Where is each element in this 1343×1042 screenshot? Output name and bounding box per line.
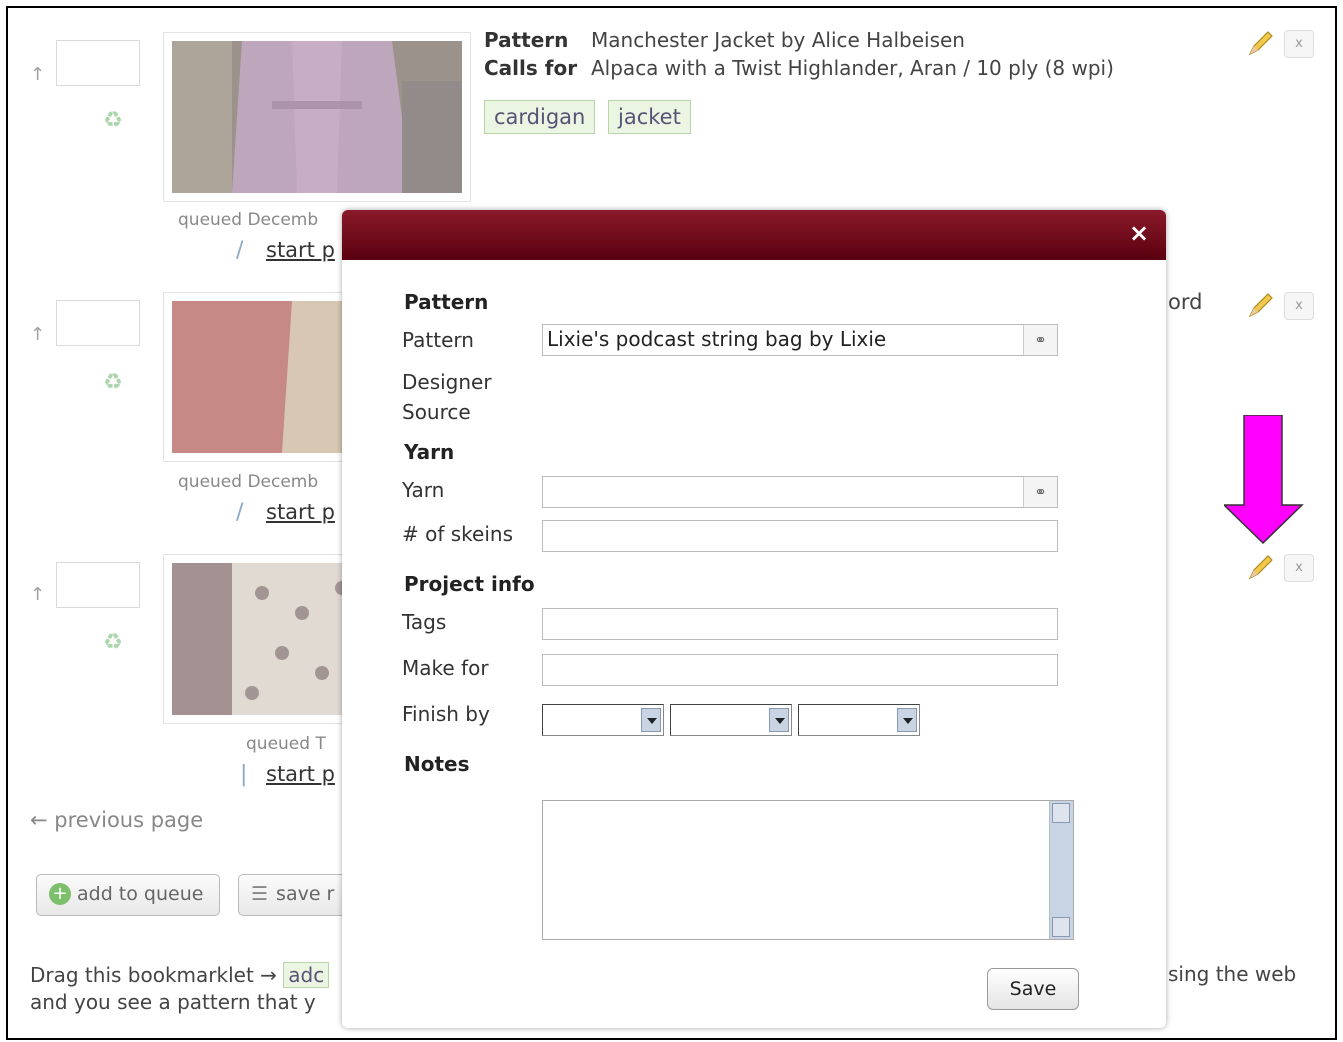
recycle-icon[interactable]: ♻: [100, 630, 126, 656]
remove-button[interactable]: x: [1284, 554, 1314, 582]
queue-position-input[interactable]: [56, 300, 140, 346]
add-to-queue-label: add to queue: [77, 883, 204, 905]
queued-date: queued T: [246, 734, 326, 754]
jacket-photo: [172, 41, 462, 193]
scroll-down-button[interactable]: [1052, 917, 1070, 937]
section-project-info: Project info: [404, 572, 535, 596]
dropdown-arrow-icon[interactable]: [769, 708, 789, 732]
make-for-field[interactable]: [542, 654, 1058, 686]
pencil-icon[interactable]: [1246, 28, 1276, 58]
dropdown-arrow-icon[interactable]: [641, 708, 661, 732]
source-label: Source: [402, 400, 471, 424]
pattern-field-value: Lixie's podcast string bag by Lixie: [547, 327, 887, 351]
edit-queue-modal: × Pattern Pattern Lixie's podcast string…: [342, 210, 1166, 1028]
calls-for-value[interactable]: Alpaca with a Twist Highlander, Aran / 1…: [591, 56, 1114, 80]
needles-icon: /: [236, 238, 244, 263]
previous-page-link[interactable]: ← previous page: [30, 808, 203, 832]
link-icon[interactable]: ⚭: [1023, 325, 1057, 355]
pattern-field-label: Pattern: [402, 328, 474, 352]
remove-button[interactable]: x: [1284, 292, 1314, 320]
tags-field[interactable]: [542, 608, 1058, 640]
add-icon: +: [49, 883, 71, 905]
queue-position-input[interactable]: [56, 40, 140, 86]
start-project-link[interactable]: start p: [266, 500, 335, 524]
link-icon[interactable]: ⚭: [1023, 477, 1057, 507]
highlight-arrow-icon: [1224, 415, 1304, 545]
pencil-icon[interactable]: [1246, 552, 1276, 582]
save-button[interactable]: Save: [987, 968, 1079, 1010]
pattern-field[interactable]: Lixie's podcast string bag by Lixie ⚭: [542, 324, 1058, 356]
section-notes: Notes: [404, 752, 470, 776]
bookmarklet-text: Drag this bookmarklet → adc and you see …: [30, 962, 330, 1016]
move-up-icon[interactable]: ↑: [30, 584, 45, 605]
page-frame: ↑ ♻ Pattern Manchester Jacket by Alice H…: [6, 6, 1337, 1040]
skeins-field[interactable]: [542, 520, 1058, 552]
pattern-fragment: ord: [1168, 290, 1203, 314]
make-for-label: Make for: [402, 656, 489, 680]
queued-date: queued Decemb: [178, 472, 319, 492]
needles-icon: /: [236, 500, 244, 525]
yarn-field[interactable]: ⚭: [542, 476, 1058, 508]
finish-by-day-select[interactable]: [670, 704, 792, 736]
queued-date: queued Decemb: [178, 210, 319, 230]
calls-for-label: Calls for: [484, 56, 578, 80]
drag-line-2: and you see a pattern that y: [30, 990, 316, 1014]
finish-by-month-select[interactable]: [542, 704, 664, 736]
notes-textarea[interactable]: [542, 800, 1074, 940]
tag-cardigan[interactable]: cardigan: [484, 100, 596, 134]
recycle-icon[interactable]: ♻: [100, 370, 126, 396]
scroll-up-button[interactable]: [1052, 803, 1070, 823]
bookmarklet-text-tail: sing the web: [1168, 962, 1297, 986]
pattern-value[interactable]: Manchester Jacket by Alice Halbeisen: [591, 28, 965, 52]
pattern-thumbnail[interactable]: [163, 32, 471, 202]
tags-label: Tags: [402, 610, 447, 634]
move-up-icon[interactable]: ↑: [30, 324, 45, 345]
skeins-label: # of skeins: [402, 522, 513, 546]
queue-position-input[interactable]: [56, 562, 140, 608]
drag-line-1: Drag this bookmarklet →: [30, 963, 277, 987]
section-pattern: Pattern: [404, 290, 489, 314]
save-label: save r: [276, 883, 335, 905]
needles-icon: |: [240, 762, 248, 787]
pencil-icon[interactable]: [1246, 290, 1276, 320]
yarn-field-label: Yarn: [402, 478, 445, 502]
move-up-icon[interactable]: ↑: [30, 64, 45, 85]
notes-scrollbar[interactable]: [1049, 801, 1073, 939]
list-icon: ☰: [251, 883, 269, 905]
finish-by-label: Finish by: [402, 702, 490, 726]
pattern-label: Pattern: [484, 28, 569, 52]
start-project-link[interactable]: start p: [266, 238, 335, 262]
save-button-bg[interactable]: ☰ save r: [238, 874, 358, 916]
section-yarn: Yarn: [404, 440, 455, 464]
designer-label: Designer: [402, 370, 492, 394]
tag-jacket[interactable]: jacket: [608, 100, 691, 134]
bookmarklet-link[interactable]: adc: [283, 962, 330, 988]
dropdown-arrow-icon[interactable]: [897, 708, 917, 732]
start-project-link[interactable]: start p: [266, 762, 335, 786]
close-icon[interactable]: ×: [1126, 218, 1152, 248]
recycle-icon[interactable]: ♻: [100, 108, 126, 134]
remove-button[interactable]: x: [1284, 30, 1314, 58]
modal-header: ×: [342, 210, 1166, 260]
add-to-queue-button[interactable]: + add to queue: [36, 874, 220, 916]
finish-by-year-select[interactable]: [798, 704, 920, 736]
